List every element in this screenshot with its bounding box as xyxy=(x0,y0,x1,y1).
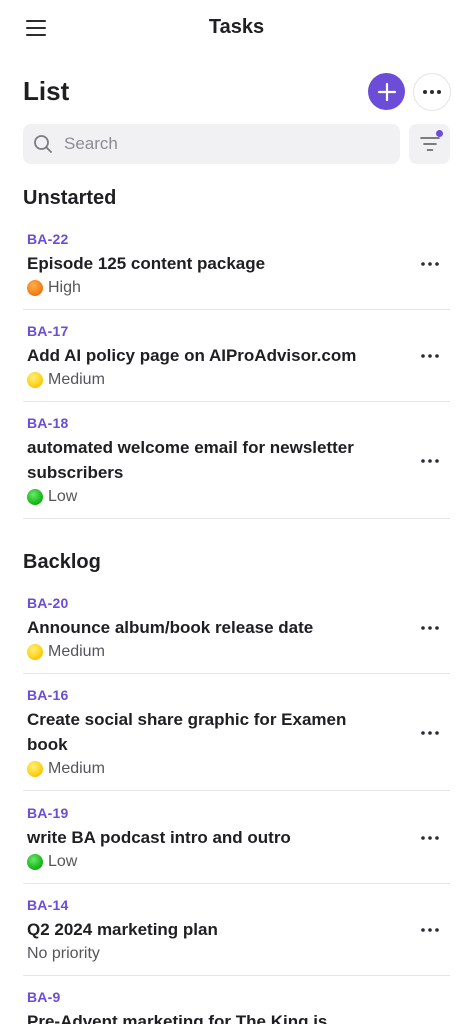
task-id: BA-18 xyxy=(27,415,69,431)
task-id: BA-19 xyxy=(27,805,69,821)
priority-medium-icon xyxy=(27,372,43,388)
task-id: BA-22 xyxy=(27,231,69,247)
filter-button[interactable] xyxy=(409,124,450,164)
top-bar: Tasks xyxy=(0,0,473,56)
ellipsis-icon xyxy=(421,626,439,630)
task-priority: Medium xyxy=(27,643,105,661)
task-row[interactable]: BA-18 automated welcome email for newsle… xyxy=(23,415,450,519)
task-title: Create social share graphic for Examen b… xyxy=(27,710,347,754)
priority-label: Medium xyxy=(48,760,105,777)
task-priority: Medium xyxy=(27,371,105,389)
task-priority: High xyxy=(27,279,81,297)
task-id: BA-16 xyxy=(27,687,69,703)
task-more-button[interactable] xyxy=(418,723,442,743)
task-title: write BA podcast intro and outro xyxy=(27,828,291,847)
ellipsis-icon xyxy=(421,354,439,358)
search-icon xyxy=(34,135,52,153)
priority-medium-icon xyxy=(27,761,43,777)
task-row[interactable]: BA-17 Add AI policy page on AIProAdvisor… xyxy=(23,323,450,402)
priority-high-icon xyxy=(27,280,43,296)
priority-medium-icon xyxy=(27,644,43,660)
ellipsis-icon xyxy=(421,262,439,266)
task-more-button[interactable] xyxy=(418,828,442,848)
ellipsis-icon xyxy=(423,90,441,94)
priority-label: Medium xyxy=(48,643,105,660)
task-row[interactable]: BA-19 write BA podcast intro and outro L… xyxy=(23,805,450,884)
priority-low-icon xyxy=(27,489,43,505)
task-more-button[interactable] xyxy=(418,254,442,274)
task-row[interactable]: BA-16 Create social share graphic for Ex… xyxy=(23,687,450,791)
task-id: BA-14 xyxy=(27,897,69,913)
ellipsis-icon xyxy=(421,731,439,735)
section-title-backlog: Backlog xyxy=(23,551,101,573)
list-more-options-button[interactable] xyxy=(413,73,451,111)
task-id: BA-9 xyxy=(27,989,61,1005)
task-row[interactable]: BA-14 Q2 2024 marketing plan No priority xyxy=(23,897,450,976)
task-row[interactable]: BA-22 Episode 125 content package High xyxy=(23,231,450,310)
task-priority: No priority xyxy=(27,945,100,963)
task-id: BA-20 xyxy=(27,595,69,611)
ellipsis-icon xyxy=(421,928,439,932)
task-more-button[interactable] xyxy=(418,618,442,638)
priority-label: Medium xyxy=(48,371,105,388)
task-row[interactable]: BA-20 Announce album/book release date M… xyxy=(23,595,450,674)
task-priority: Low xyxy=(27,853,77,871)
ellipsis-icon xyxy=(421,836,439,840)
list-title: List xyxy=(23,76,70,106)
task-title: Q2 2024 marketing plan xyxy=(27,920,218,939)
filter-active-indicator xyxy=(436,130,443,137)
priority-label: No priority xyxy=(27,945,100,962)
task-title: automated welcome email for newsletter s… xyxy=(27,438,354,482)
task-title: Add AI policy page on AIProAdvisor.com xyxy=(27,346,357,365)
priority-label: Low xyxy=(48,488,78,505)
task-title: Episode 125 content package xyxy=(27,254,266,273)
filter-icon xyxy=(419,137,440,151)
add-task-button[interactable] xyxy=(368,73,405,110)
task-more-button[interactable] xyxy=(418,920,442,940)
task-more-button[interactable] xyxy=(418,451,442,471)
task-title: Pre-Advent marketing for The King is xyxy=(27,1012,328,1024)
task-id: BA-17 xyxy=(27,323,69,339)
plus-icon xyxy=(377,82,396,101)
section-title-unstarted: Unstarted xyxy=(23,187,117,209)
task-priority: Medium xyxy=(27,760,105,778)
priority-label: Low xyxy=(48,853,78,870)
task-title: Announce album/book release date xyxy=(27,618,314,637)
page-title: Tasks xyxy=(208,16,265,38)
task-priority: Low xyxy=(27,488,77,506)
task-more-button[interactable] xyxy=(418,346,442,366)
task-row[interactable]: BA-9 Pre-Advent marketing for The King i… xyxy=(23,989,450,1024)
ellipsis-icon xyxy=(421,459,439,463)
priority-low-icon xyxy=(27,854,43,870)
search-input[interactable] xyxy=(64,134,364,154)
search-bar[interactable] xyxy=(23,124,400,164)
priority-label: High xyxy=(48,279,81,296)
